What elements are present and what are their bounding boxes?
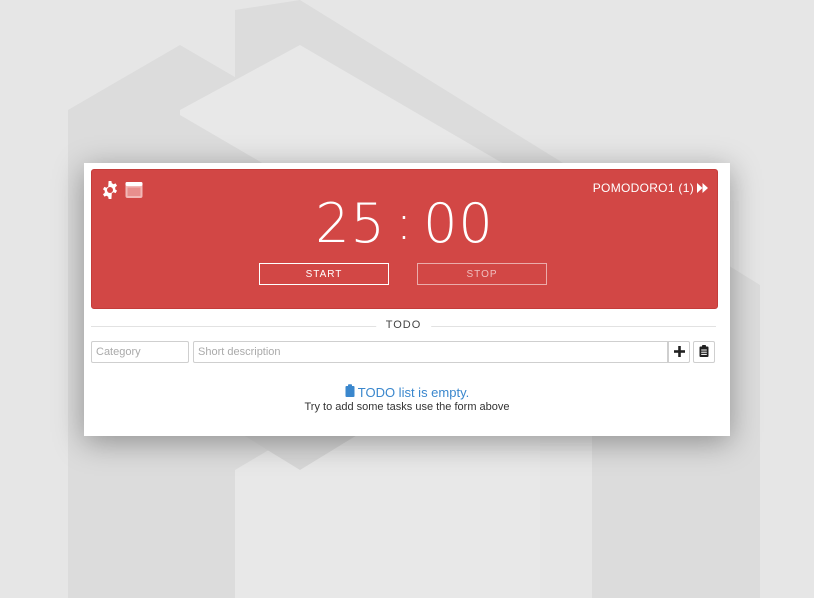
todo-heading: TODO bbox=[375, 319, 432, 331]
timer-display: 25:00 bbox=[92, 192, 717, 255]
description-input[interactable] bbox=[193, 341, 668, 363]
add-task-button[interactable] bbox=[668, 341, 690, 363]
plus-icon bbox=[673, 345, 685, 360]
category-input[interactable] bbox=[91, 341, 189, 363]
pomodoro-popup: POMODORO1 (1) 25:00 START STOP TODO Cate… bbox=[84, 163, 730, 436]
empty-title-text: TODO list is empty. bbox=[357, 384, 470, 400]
timer-panel: POMODORO1 (1) 25:00 START STOP bbox=[91, 169, 718, 309]
start-button[interactable]: START bbox=[259, 263, 389, 285]
clipboard-button[interactable] bbox=[693, 341, 715, 363]
timer-separator: : bbox=[395, 195, 414, 251]
clipboard-icon bbox=[345, 384, 355, 400]
stop-button[interactable]: STOP bbox=[417, 263, 547, 285]
clipboard-icon bbox=[699, 344, 709, 360]
empty-state-title: TODO list is empty. bbox=[84, 384, 730, 400]
timer-seconds: 00 bbox=[423, 192, 494, 255]
todo-divider: TODO bbox=[91, 319, 716, 333]
timer-minutes: 25 bbox=[315, 192, 386, 255]
empty-state-subtitle: Try to add some tasks use the form above bbox=[304, 401, 510, 413]
